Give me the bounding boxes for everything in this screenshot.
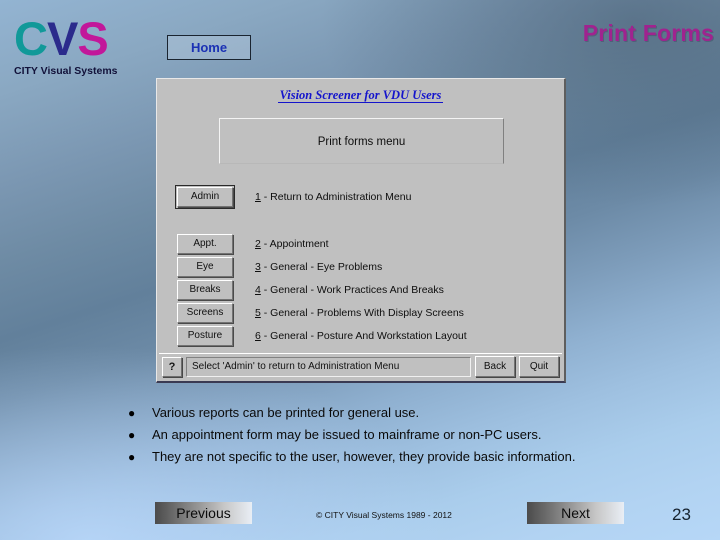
list-item-text: Various reports can be printed for gener… (152, 405, 420, 420)
copyright-text: © CITY Visual Systems 1989 - 2012 (316, 510, 452, 520)
breaks-button[interactable]: Breaks (177, 279, 233, 300)
menu-row-description: 3 - General - Eye Problems (255, 261, 382, 273)
menu-row-description: 2 - Appointment (255, 238, 329, 250)
menu-row-description: 4 - General - Work Practices And Breaks (255, 284, 444, 296)
logo-letter-v: V (46, 12, 78, 65)
logo-letter-c: C (14, 12, 48, 65)
menu-row[interactable]: Eye 3 - General - Eye Problems (177, 256, 547, 277)
menu-row-text: - Appointment (260, 237, 329, 250)
menu-row-text: - Return to Administration Menu (260, 190, 412, 203)
status-message: Select 'Admin' to return to Administrati… (186, 356, 471, 377)
bullet-dot-icon: ● (128, 428, 136, 442)
home-button[interactable]: Home (167, 35, 251, 60)
list-item: ● They are not specific to the user, how… (128, 449, 648, 464)
bullet-dot-icon: ● (128, 406, 136, 420)
posture-button[interactable]: Posture (177, 325, 233, 346)
quit-button[interactable]: Quit (519, 356, 559, 377)
list-item: ● An appointment form may be issued to m… (128, 427, 648, 442)
menu-row-description: 5 - General - Problems With Display Scre… (255, 307, 464, 319)
menu-row-description: 1 - Return to Administration Menu (255, 191, 411, 203)
bullet-dot-icon: ● (128, 450, 136, 464)
appt-button[interactable]: Appt. (177, 233, 233, 254)
menu-row[interactable]: Posture 6 - General - Posture And Workst… (177, 325, 547, 346)
menu-row-text: - General - Work Practices And Breaks (260, 283, 444, 296)
eye-button-label: Eye (196, 261, 214, 272)
help-icon-glyph: ? (168, 360, 176, 373)
admin-button[interactable]: Admin (175, 184, 235, 209)
admin-button-label: Admin (190, 191, 220, 202)
cvs-logo: CVS CITY Visual Systems (14, 14, 154, 78)
print-forms-menu-panel: Print forms menu (219, 118, 504, 164)
previous-button-label: Previous (176, 505, 231, 521)
back-button-label: Back (483, 361, 507, 372)
page-title: Print Forms (582, 20, 714, 46)
list-item-text: They are not specific to the user, howev… (152, 449, 576, 464)
logo-letter-s: S (77, 12, 108, 65)
app-status-bar: ? Select 'Admin' to return to Administra… (159, 353, 562, 379)
menu-row[interactable]: Admin 1 - Return to Administration Menu (175, 184, 547, 209)
help-question-icon[interactable]: ? (162, 356, 182, 377)
bullet-list: ● Various reports can be printed for gen… (128, 405, 648, 471)
quit-button-label: Quit (529, 361, 549, 372)
screens-button[interactable]: Screens (177, 302, 233, 323)
menu-row-description: 6 - General - Posture And Workstation La… (255, 330, 467, 342)
breaks-button-label: Breaks (189, 284, 221, 295)
app-window-title: Vision Screener for VDU Users (157, 88, 564, 103)
menu-row-text: - General - Problems With Display Screen… (260, 306, 464, 319)
list-item-text: An appointment form may be issued to mai… (152, 427, 542, 442)
posture-button-label: Posture (187, 330, 223, 341)
screens-button-label: Screens (186, 307, 224, 318)
logo-tagline: CITY Visual Systems (14, 65, 118, 77)
home-button-label: Home (190, 40, 228, 55)
menu-row[interactable]: Screens 5 - General - Problems With Disp… (177, 302, 547, 323)
menu-row[interactable]: Appt. 2 - Appointment (177, 233, 547, 254)
logo-letters: CVS (14, 14, 154, 64)
eye-button[interactable]: Eye (177, 256, 233, 277)
print-forms-menu-label: Print forms menu (317, 136, 406, 148)
next-button[interactable]: Next (527, 502, 624, 524)
previous-button[interactable]: Previous (155, 502, 252, 524)
menu-row[interactable]: Breaks 4 - General - Work Practices And … (177, 279, 547, 300)
app-window-title-text: Vision Screener for VDU Users (277, 88, 444, 103)
menu-row-text: - General - Posture And Workstation Layo… (260, 329, 467, 342)
menu-row-text: - General - Eye Problems (260, 260, 383, 273)
back-button[interactable]: Back (475, 356, 515, 377)
appt-button-label: Appt. (193, 238, 217, 249)
next-button-label: Next (561, 505, 590, 521)
page-number: 23 (672, 505, 691, 524)
list-item: ● Various reports can be printed for gen… (128, 405, 648, 420)
app-screenshot-window: Vision Screener for VDU Users Print form… (156, 78, 566, 383)
